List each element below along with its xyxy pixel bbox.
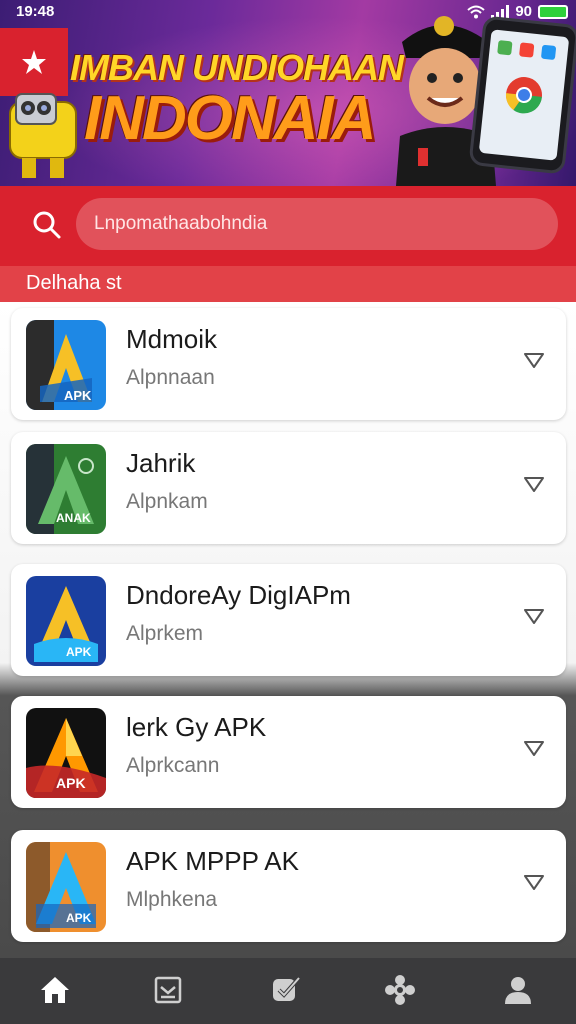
gallery-icon — [154, 976, 182, 1004]
app-name: lerk Gy APK — [126, 712, 267, 742]
svg-text:APK: APK — [64, 388, 92, 403]
apk-app-icon: ANAK — [26, 444, 106, 534]
phone-illustration — [468, 15, 576, 175]
banner-headline-line2: INDONAIA — [84, 84, 377, 153]
battery-level: 90 — [515, 3, 532, 20]
settings-icon — [385, 975, 415, 1005]
home-icon — [41, 977, 69, 1003]
banner-headline: IMBAN UNDIOHAAN INDONAIA — [70, 50, 410, 150]
section-title: Delhaha st — [26, 272, 122, 294]
nav-tasks[interactable] — [266, 970, 306, 1010]
profile-icon — [505, 977, 531, 1004]
app-subtitle: Alpnkam — [126, 490, 208, 513]
app-list-item[interactable]: APK lerk Gy APK Alprkcann — [11, 696, 566, 808]
section-header: Delhaha st — [0, 266, 576, 302]
chevron-down-icon[interactable] — [522, 870, 546, 894]
app-list-item[interactable]: ANAK Jahrik Alpnkam — [11, 432, 566, 544]
app-name: Jahrik — [126, 448, 196, 478]
apk-app-icon: APK — [26, 320, 106, 410]
nav-gallery[interactable] — [148, 970, 188, 1010]
nav-settings[interactable] — [380, 970, 420, 1010]
battery-icon — [538, 4, 568, 19]
svg-text:APK: APK — [66, 645, 92, 659]
search-input[interactable] — [76, 198, 558, 250]
chevron-down-icon[interactable] — [522, 472, 546, 496]
app-list-item[interactable]: APK APK MPPP AK Mlphkena — [11, 830, 566, 942]
banner-headline-line1: IMBAN UNDIOHAAN — [70, 47, 404, 88]
svg-text:APK: APK — [56, 775, 86, 791]
chevron-down-icon[interactable] — [522, 736, 546, 760]
chevron-down-icon[interactable] — [522, 604, 546, 628]
search-icon[interactable] — [30, 208, 64, 242]
bottom-navigation — [0, 958, 576, 1024]
app-logo[interactable] — [0, 28, 68, 96]
svg-text:APK: APK — [66, 911, 92, 925]
app-list: APK Mdmoik Alpnnaan ANAK Jahrik Alpnkam — [0, 302, 576, 958]
app-subtitle: Mlphkena — [126, 888, 218, 911]
nav-profile[interactable] — [498, 970, 538, 1010]
chevron-down-icon[interactable] — [522, 348, 546, 372]
apk-app-icon: APK — [26, 708, 106, 798]
svg-text:ANAK: ANAK — [56, 511, 91, 525]
search-bar-area — [0, 186, 576, 266]
app-list-item[interactable]: APK DndoreAy DigIAPm Alprkem — [11, 564, 566, 676]
app-name: APK MPPP AK — [126, 846, 299, 876]
star-logo-icon — [22, 50, 46, 74]
app-name: DndoreAy DigIAPm — [126, 580, 351, 610]
phone-screen — [478, 29, 570, 161]
chrome-icon — [497, 40, 556, 114]
status-time: 19:48 — [16, 3, 55, 20]
app-subtitle: Alpnnaan — [126, 366, 215, 389]
promo-banner[interactable]: 19:48 90 IMBAN UNDIOHAAN INDONAIA — [0, 0, 576, 186]
app-subtitle: Alprkcann — [126, 754, 220, 777]
app-name: Mdmoik — [126, 324, 218, 354]
apk-app-icon: APK — [26, 576, 106, 666]
nav-home[interactable] — [35, 970, 75, 1010]
check-icon — [273, 976, 301, 1001]
app-list-item[interactable]: APK Mdmoik Alpnnaan — [11, 308, 566, 420]
apk-app-icon: APK — [26, 842, 106, 932]
app-subtitle: Alprkem — [126, 622, 204, 645]
